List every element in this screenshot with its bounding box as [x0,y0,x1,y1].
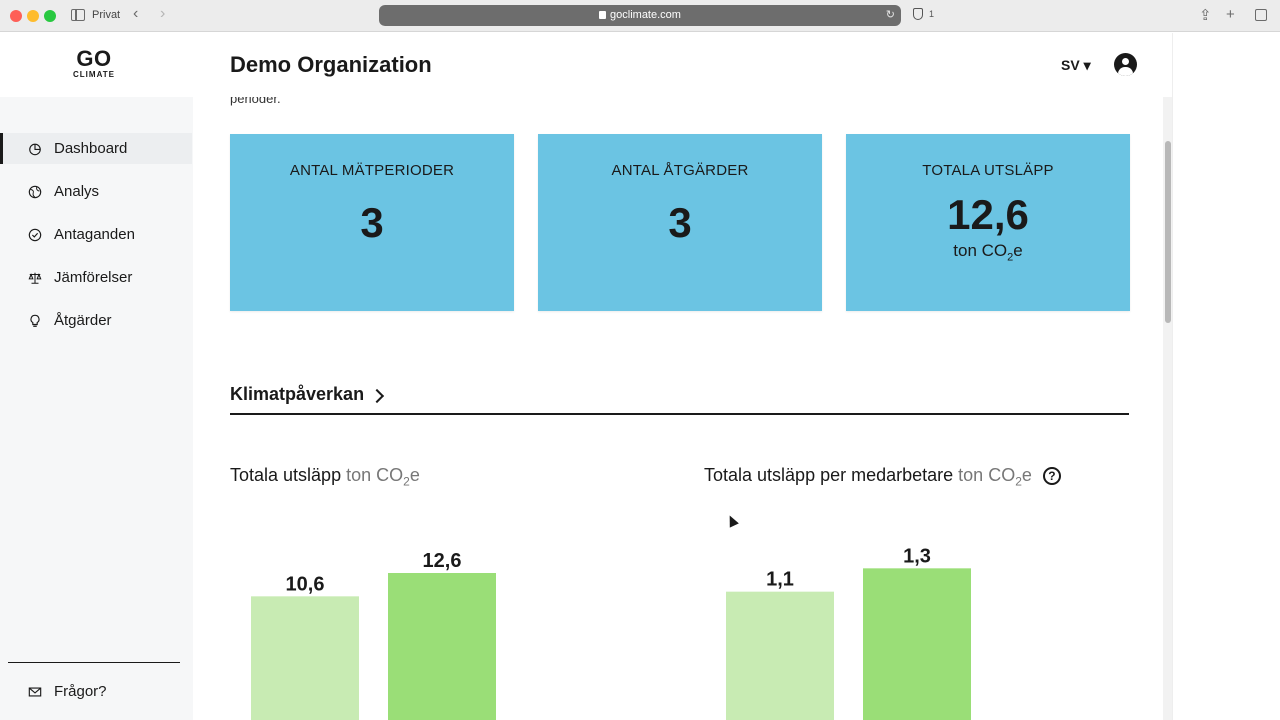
sidebar-item-label: Dashboard [54,140,128,157]
sidebar-item-label: Frågor? [54,683,107,700]
chart-data-label: 12,6 [423,550,462,572]
right-blank-pane [1172,33,1280,720]
pie-chart-icon [28,142,42,156]
forward-arrow-icon[interactable]: › [160,5,165,23]
address-bar[interactable]: goclimate.com ↻ [379,5,901,26]
sidebar-item-label: Antaganden [54,226,135,243]
chart-bar [388,573,496,720]
sidebar-divider [8,662,180,663]
private-mode-label: Privat [92,9,121,21]
chart-bar [863,568,971,720]
tab-count: 1 [929,9,935,19]
chart-data-label: 1,3 [903,545,931,567]
language-select[interactable]: SV ▾ [1061,57,1091,74]
page-title: Demo Organization [230,52,432,77]
chart-bar [251,596,359,720]
mail-icon [28,685,42,699]
chart-data-label: 10,6 [286,573,325,595]
sidebar-item-label: Jämförelser [54,269,133,286]
sidebar-item-antaganden[interactable]: Antaganden [0,219,192,250]
scroll-thumb[interactable] [1165,141,1171,323]
new-tab-icon[interactable]: + [1226,6,1235,23]
maximize-window-button[interactable] [44,10,56,22]
sidebar-item-atgarder[interactable]: Åtgärder [0,305,192,336]
chart-data-label: 1,1 [766,569,794,591]
app-header: GO CLIMATE Demo Organization SV ▾ [0,33,1172,97]
sidebar-item-label: Åtgärder [54,312,112,329]
minimize-window-button[interactable] [27,10,39,22]
lightbulb-icon [28,314,42,328]
chart-bar [726,591,834,720]
close-window-button[interactable] [10,10,22,22]
browser-toolbar: Privat ‹ › goclimate.com ↻ 1 ⇪ + [0,0,1280,32]
sidebar-item-faq[interactable]: Frågor? [0,676,192,707]
shield-icon[interactable] [913,8,923,20]
main-content: perioder. ANTAL MÄTPERIODER 3 ANTAL ÅTGÄ… [193,97,1172,720]
url-text: goclimate.com [610,9,681,21]
sidebar-item-jamforelser[interactable]: Jämförelser [0,262,192,293]
share-icon[interactable]: ⇪ [1199,6,1212,24]
check-circle-icon [28,228,42,242]
sidebar-item-dashboard[interactable]: Dashboard [0,133,192,164]
scrollbar[interactable] [1163,97,1172,720]
charts-canvas: 10,6 12,6 1,1 1,3 [251,545,971,720]
scale-icon [28,271,42,285]
sidebar-item-analys[interactable]: Analys [0,176,192,207]
lock-icon [599,11,607,19]
back-arrow-icon[interactable]: ‹ [133,5,138,23]
goclimate-logo[interactable]: GO CLIMATE [70,46,118,80]
tab-overview-icon[interactable] [1255,9,1267,21]
sidebar: Dashboard Analys Antaganden Jämförelser … [0,97,193,720]
sidebar-toggle-icon[interactable] [71,9,85,21]
logo-text-top: GO [76,46,112,71]
logo-text-bottom: CLIMATE [73,70,115,79]
sidebar-item-label: Analys [54,183,100,200]
globe-icon [28,185,42,199]
reload-icon[interactable]: ↻ [886,8,895,21]
user-avatar-icon[interactable] [1114,53,1137,76]
